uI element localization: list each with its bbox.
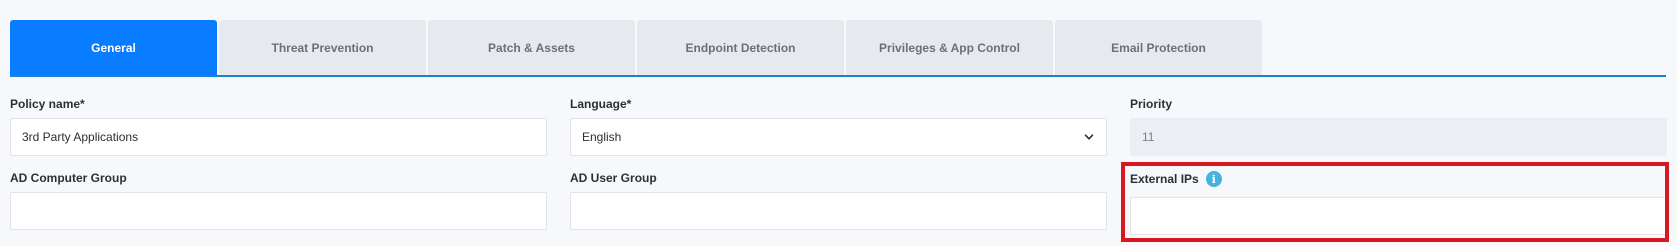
priority-label: Priority xyxy=(1130,97,1173,111)
language-select[interactable]: English xyxy=(570,118,1107,156)
tab-endpoint-detection[interactable]: Endpoint Detection xyxy=(637,20,844,75)
tab-email-protection[interactable]: Email Protection xyxy=(1055,20,1262,75)
tab-threat-prevention[interactable]: Threat Prevention xyxy=(219,20,426,75)
external-ips-field: External IPs i xyxy=(1130,171,1667,235)
policy-name-label: Policy name* xyxy=(10,97,85,111)
info-icon[interactable]: i xyxy=(1205,171,1222,187)
policy-tabs: General Threat Prevention Patch & Assets… xyxy=(10,20,1262,75)
ad-user-group-input[interactable] xyxy=(570,192,1107,230)
ad-user-group-label: AD User Group xyxy=(570,171,657,185)
external-ips-label-row: External IPs i xyxy=(1130,171,1667,187)
ad-computer-group-input[interactable] xyxy=(10,192,547,230)
external-ips-input[interactable] xyxy=(1130,197,1667,235)
tab-general[interactable]: General xyxy=(10,20,217,75)
external-ips-label: External IPs xyxy=(1130,172,1199,186)
tab-patch-assets[interactable]: Patch & Assets xyxy=(428,20,635,75)
policy-name-input[interactable]: 3rd Party Applications xyxy=(10,118,547,156)
priority-field: Priority 11 xyxy=(1130,96,1667,156)
language-label: Language* xyxy=(570,97,632,111)
chevron-down-icon xyxy=(1084,134,1094,140)
ad-computer-group-label: AD Computer Group xyxy=(10,171,127,185)
ad-computer-group-field: AD Computer Group xyxy=(10,170,547,230)
ad-user-group-field: AD User Group xyxy=(570,170,1107,230)
tab-privileges-app-control[interactable]: Privileges & App Control xyxy=(846,20,1053,75)
priority-value: 11 xyxy=(1142,130,1155,144)
language-value: English xyxy=(582,130,622,144)
language-field: Language* English xyxy=(570,96,1107,156)
policy-name-field: Policy name* 3rd Party Applications xyxy=(10,96,547,156)
tab-underline xyxy=(10,75,1666,77)
policy-name-value: 3rd Party Applications xyxy=(22,130,139,144)
priority-input: 11 xyxy=(1130,118,1667,156)
